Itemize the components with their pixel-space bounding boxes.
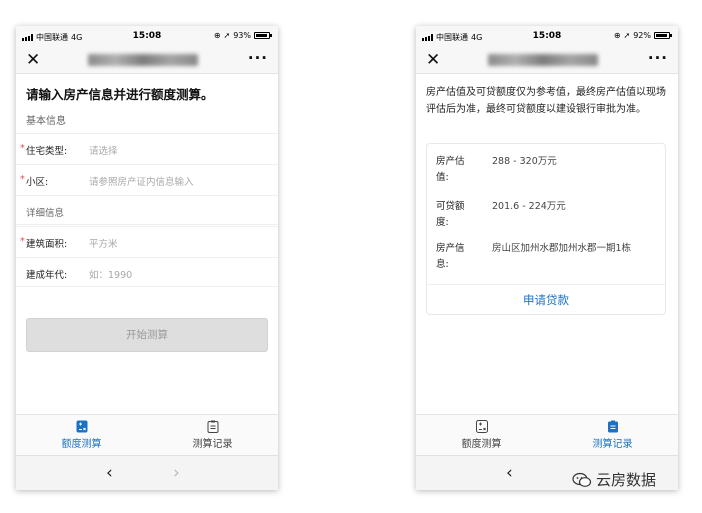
- close-button[interactable]: ✕: [426, 50, 440, 70]
- phone-screen-calculation: 中国联通 4G 15:08 ⊕ ➚ 93% ✕ ··· 请输入房产信息并进行额度…: [16, 26, 278, 490]
- required-mark: *: [20, 174, 25, 185]
- section-basic-info: 基本信息: [26, 116, 66, 127]
- loan-amount-value: 201.6 - 224万元: [492, 201, 566, 212]
- nav-bar: ✕ ···: [416, 46, 678, 74]
- result-content: 房产估值及可贷额度仅为参考值，最终房产估值以现场评估后为准，最终可贷额度以建设银…: [416, 74, 678, 414]
- tab-records[interactable]: 测算记录: [147, 415, 278, 455]
- section-detail-info: 详细信息: [26, 208, 65, 219]
- year-label: 建成年代:: [26, 270, 68, 281]
- required-mark: *: [20, 143, 25, 154]
- property-info-label: 房产信息:: [436, 243, 465, 270]
- valuation-value: 288 - 320万元: [492, 156, 557, 167]
- loan-amount-label: 可贷额度:: [436, 201, 465, 228]
- community-input[interactable]: 请参照房产证内信息输入: [89, 174, 194, 188]
- required-mark: *: [20, 236, 25, 247]
- tab-bar: 额度测算 测算记录: [416, 414, 678, 455]
- calculator-icon: [76, 420, 87, 433]
- page-title-blurred: [488, 54, 598, 66]
- property-info-value: 房山区加州水郡加州水郡一期1栋: [492, 243, 632, 254]
- tab-records-label: 测算记录: [192, 439, 233, 450]
- year-input[interactable]: 如：1990: [89, 267, 132, 281]
- watermark-text: 云房数据: [596, 471, 657, 489]
- section-detail-row: 详细信息: [16, 195, 278, 225]
- apply-loan-button[interactable]: 申请贷款: [427, 284, 665, 314]
- clipboard-icon: [607, 420, 618, 433]
- lock-rotation-icon: ⊕: [613, 31, 621, 40]
- browser-toolbar: ‹ ›: [16, 455, 278, 490]
- lock-rotation-icon: ⊕: [213, 31, 221, 40]
- community-label: 小区:: [26, 177, 49, 188]
- forward-button[interactable]: ›: [173, 463, 180, 483]
- phone-screen-result: 中国联通 4G 15:08 ⊕ ➚ 92% ✕ ··· 房产估值及可贷额度仅为参…: [416, 26, 678, 490]
- battery-level: [656, 34, 668, 37]
- area-label: 建筑面积:: [26, 239, 68, 250]
- more-menu-button[interactable]: ···: [648, 49, 668, 67]
- battery-icon: [654, 32, 672, 39]
- status-bar: 中国联通 4G 15:08 ⊕ ➚ 92%: [416, 26, 678, 46]
- wechat-logo-icon: [572, 472, 592, 487]
- watermark: 云房数据: [572, 469, 656, 490]
- house-type-select[interactable]: 请选择: [89, 143, 118, 157]
- disclaimer-text: 房产估值及可贷额度仅为参考值，最终房产估值以现场评估后为准，最终可贷额度以建设银…: [426, 87, 666, 115]
- tab-records[interactable]: 测算记录: [547, 415, 678, 455]
- nav-bar: ✕ ···: [16, 46, 278, 74]
- back-button[interactable]: ‹: [106, 463, 113, 483]
- area-input[interactable]: 平方米: [89, 236, 118, 250]
- year-field[interactable]: 建成年代: 如：1990: [16, 257, 278, 287]
- result-card: 房产估值: 288 - 320万元 可贷额度: 201.6 - 224万元 房产…: [426, 143, 666, 315]
- battery-level: [256, 34, 268, 37]
- location-icon: ➚: [223, 31, 231, 40]
- house-type-label: 住宅类型:: [26, 146, 68, 157]
- house-type-field[interactable]: * 住宅类型: 请选择: [16, 133, 278, 163]
- page-title-blurred: [88, 54, 198, 66]
- battery-percent: 93%: [233, 31, 251, 40]
- tab-calc[interactable]: 额度测算: [16, 415, 147, 455]
- battery-icon: [254, 32, 272, 39]
- tab-calc[interactable]: 额度测算: [416, 415, 547, 455]
- tab-calc-label: 额度测算: [61, 439, 102, 450]
- back-button[interactable]: ‹: [506, 463, 513, 483]
- status-bar: 中国联通 4G 15:08 ⊕ ➚ 93%: [16, 26, 278, 46]
- valuation-label: 房产估值:: [436, 156, 465, 183]
- community-field[interactable]: * 小区: 请参照房产证内信息输入: [16, 164, 278, 194]
- calc-form: 请输入房产信息并进行额度测算。 基本信息 * 住宅类型: 请选择 * 小区: 请…: [16, 74, 278, 414]
- close-button[interactable]: ✕: [26, 50, 40, 70]
- tab-bar: 额度测算 测算记录: [16, 414, 278, 455]
- more-menu-button[interactable]: ···: [248, 49, 268, 67]
- tab-records-label: 测算记录: [592, 439, 633, 450]
- battery-percent: 92%: [633, 31, 651, 40]
- clipboard-icon: [207, 420, 218, 433]
- start-calculation-button[interactable]: 开始测算: [26, 318, 268, 352]
- location-icon: ➚: [623, 31, 631, 40]
- calculator-icon: [475, 420, 488, 433]
- page-heading: 请输入房产信息并进行额度测算。: [26, 87, 214, 102]
- area-field[interactable]: * 建筑面积: 平方米: [16, 226, 278, 256]
- tab-calc-label: 额度测算: [461, 439, 502, 450]
